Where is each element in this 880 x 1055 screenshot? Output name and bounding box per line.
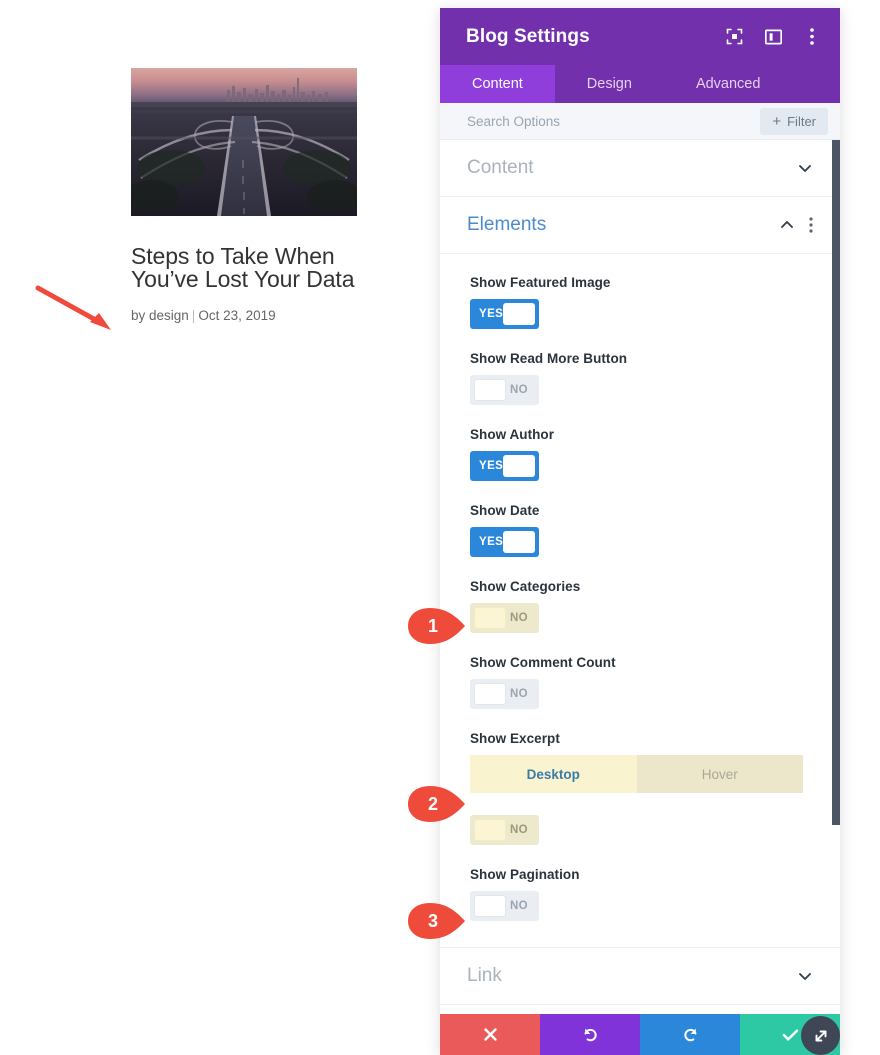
accordion-more-options-icon[interactable] xyxy=(809,217,813,233)
blog-post-card: Steps to Take When You’ve Lost Your Data… xyxy=(131,68,357,323)
screen-root: Steps to Take When You’ve Lost Your Data… xyxy=(0,0,880,1055)
panel-header: Blog Settings xyxy=(440,8,840,65)
toggle-value: YES xyxy=(479,460,504,472)
post-date: Oct 23, 2019 xyxy=(198,308,276,323)
panel-body: Content Elements Show Featured Image YES… xyxy=(440,140,840,1014)
panel-scrollbar-track[interactable] xyxy=(832,140,840,1014)
chevron-down-icon[interactable] xyxy=(797,160,813,176)
undo-button[interactable] xyxy=(540,1014,640,1055)
toggle-knob xyxy=(474,379,506,401)
accordion-link[interactable]: Link xyxy=(440,948,840,1005)
field-label: Show Pagination xyxy=(470,867,580,882)
redo-arrow-icon xyxy=(683,1028,696,1042)
toggle-value: YES xyxy=(479,308,504,320)
resize-handle[interactable] xyxy=(801,1016,840,1055)
toggle-knob xyxy=(503,455,535,477)
toggle-knob xyxy=(474,683,506,705)
field-show-excerpt: Show Excerpt Desktop Hover NO xyxy=(470,731,813,845)
toggle-value: NO xyxy=(509,900,528,912)
toggle-knob xyxy=(503,303,535,325)
accordion-elements-controls xyxy=(779,217,813,233)
post-author[interactable]: by design xyxy=(131,308,189,323)
aerial-highway-interchange-image xyxy=(131,68,357,216)
accordion-link-title: Link xyxy=(467,965,502,986)
field-label: Show Read More Button xyxy=(470,351,628,366)
field-label: Show Author xyxy=(470,427,555,442)
panel-action-bar xyxy=(440,1014,840,1055)
toggle-knob xyxy=(503,531,535,553)
blog-settings-panel: Blog Settings Content Design Advanced Se… xyxy=(440,8,840,1055)
toggle-show-date[interactable]: YES xyxy=(470,527,539,557)
toggle-show-featured-image[interactable]: YES xyxy=(470,299,539,329)
redo-button[interactable] xyxy=(640,1014,740,1055)
toggle-value: NO xyxy=(509,688,528,700)
post-title[interactable]: Steps to Take When You’ve Lost Your Data xyxy=(131,245,357,291)
field-show-comment-count: Show Comment Count NO xyxy=(470,655,813,709)
excerpt-state-tabs: Desktop Hover xyxy=(470,755,803,793)
toggle-value: YES xyxy=(479,536,504,548)
state-tab-desktop[interactable]: Desktop xyxy=(470,755,637,793)
search-input[interactable] xyxy=(467,113,761,129)
post-meta-separator: | xyxy=(191,308,196,323)
accordion-content[interactable]: Content xyxy=(440,140,840,197)
toggle-show-read-more-button[interactable]: NO xyxy=(470,375,539,405)
filter-button-label: Filter xyxy=(787,113,816,129)
diagonal-resize-icon xyxy=(815,1030,826,1041)
panel-scroll-region: Content Elements Show Featured Image YES… xyxy=(440,140,840,1014)
toggle-value: NO xyxy=(509,612,528,624)
accordion-content-title: Content xyxy=(467,157,534,178)
chevron-down-icon[interactable] xyxy=(797,968,813,984)
checkmark-icon xyxy=(782,1028,798,1041)
tab-design[interactable]: Design xyxy=(555,65,664,103)
panel-layout-icon[interactable] xyxy=(762,26,784,48)
post-meta: by design | Oct 23, 2019 xyxy=(131,308,357,323)
field-label: Show Excerpt xyxy=(470,731,560,746)
toggle-show-categories[interactable]: NO xyxy=(470,603,539,633)
tab-content[interactable]: Content xyxy=(440,65,555,103)
field-label: Show Comment Count xyxy=(470,655,616,670)
toggle-value: NO xyxy=(509,384,528,396)
close-button[interactable] xyxy=(440,1014,540,1055)
field-show-pagination: Show Pagination NO xyxy=(470,867,813,921)
field-show-date: Show Date YES xyxy=(470,503,813,557)
search-row: + Filter xyxy=(440,103,840,140)
toggle-knob xyxy=(474,819,506,841)
featured-image[interactable] xyxy=(131,68,357,216)
toggle-value: NO xyxy=(509,824,528,836)
panel-title: Blog Settings xyxy=(466,25,590,47)
close-x-icon xyxy=(483,1028,497,1041)
toggle-show-comment-count[interactable]: NO xyxy=(470,679,539,709)
filter-button[interactable]: + Filter xyxy=(760,107,828,135)
panel-tabs: Content Design Advanced xyxy=(440,65,840,103)
elements-fields: Show Featured Image YES Show Read More B… xyxy=(440,254,840,948)
field-label: Show Categories xyxy=(470,579,581,594)
accordion-elements[interactable]: Elements xyxy=(440,197,840,254)
toggle-knob xyxy=(474,895,506,917)
panel-header-icons xyxy=(723,26,823,48)
chevron-up-icon[interactable] xyxy=(779,217,795,233)
plus-icon: + xyxy=(772,112,782,130)
state-tab-hover[interactable]: Hover xyxy=(636,755,803,793)
accordion-content-controls xyxy=(797,160,813,176)
accordion-elements-title: Elements xyxy=(467,214,547,235)
focus-target-icon[interactable] xyxy=(723,26,745,48)
accordion-link-controls xyxy=(797,968,813,984)
tab-advanced[interactable]: Advanced xyxy=(664,65,793,103)
more-options-icon[interactable] xyxy=(801,26,823,48)
field-show-author: Show Author YES xyxy=(470,427,813,481)
annotation-arrow-icon xyxy=(35,285,111,330)
blog-preview-area: Steps to Take When You’ve Lost Your Data… xyxy=(0,0,440,1055)
field-show-read-more-button: Show Read More Button NO xyxy=(470,351,813,405)
field-show-featured-image: Show Featured Image YES xyxy=(470,275,813,329)
field-label: Show Date xyxy=(470,503,540,518)
undo-arrow-icon xyxy=(584,1028,597,1042)
field-show-categories: Show Categories NO xyxy=(470,579,813,633)
field-label: Show Featured Image xyxy=(470,275,611,290)
toggle-knob xyxy=(474,607,506,629)
toggle-show-author[interactable]: YES xyxy=(470,451,539,481)
toggle-show-pagination[interactable]: NO xyxy=(470,891,539,921)
panel-scrollbar-thumb[interactable] xyxy=(832,140,840,825)
toggle-show-excerpt[interactable]: NO xyxy=(470,815,539,845)
